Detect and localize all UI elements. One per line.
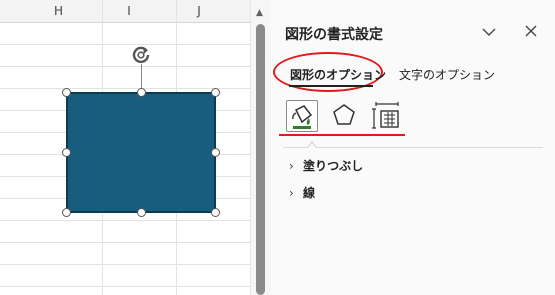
chevron-right-icon: › <box>289 186 294 200</box>
section-line-label: 線 <box>303 186 316 200</box>
section-fill[interactable]: › 塗りつぶし <box>289 157 363 174</box>
rectangle-shape[interactable] <box>66 92 216 213</box>
active-icon-caret <box>307 141 317 148</box>
column-header-j[interactable]: J <box>141 0 257 22</box>
size-properties-button[interactable] <box>372 100 404 132</box>
grid-line <box>0 242 250 243</box>
resize-handle-top-right[interactable] <box>211 88 220 97</box>
scroll-thumb[interactable] <box>256 24 265 295</box>
size-and-properties-icon <box>372 102 399 129</box>
resize-handle-left[interactable] <box>62 148 71 157</box>
resize-handle-top[interactable] <box>137 88 146 97</box>
resize-handle-right[interactable] <box>211 148 220 157</box>
column-header-bar: H I J <box>0 0 250 23</box>
resize-handle-bottom[interactable] <box>137 208 146 217</box>
resize-handle-bottom-right[interactable] <box>211 208 220 217</box>
vertical-scrollbar[interactable]: ▲ <box>250 0 272 295</box>
annotation-underline <box>279 134 405 136</box>
tab-text-options[interactable]: 文字のオプション <box>399 66 495 83</box>
scroll-up-icon[interactable]: ▲ <box>256 8 263 18</box>
effects-pentagon-icon <box>333 104 355 125</box>
pane-title: 図形の書式設定 <box>285 27 383 43</box>
grid-line <box>0 66 250 67</box>
resize-handle-top-left[interactable] <box>62 88 71 97</box>
resize-handle-bottom-left[interactable] <box>62 208 71 217</box>
chevron-down-icon[interactable] <box>479 22 499 42</box>
fill-line-button[interactable] <box>286 100 318 132</box>
rotate-handle-icon[interactable] <box>130 44 152 66</box>
section-fill-label: 塗りつぶし <box>303 159 364 173</box>
column-header-i[interactable]: I <box>117 0 141 22</box>
spreadsheet-grid[interactable]: H I J <box>0 0 251 295</box>
close-icon[interactable] <box>522 22 540 40</box>
selected-tab-indicator <box>289 85 373 87</box>
grid-line <box>0 220 250 221</box>
grid-line <box>0 286 250 287</box>
tab-shape-options[interactable]: 図形のオプション <box>290 66 386 83</box>
grid-line <box>0 44 250 45</box>
chevron-right-icon: › <box>289 159 294 173</box>
effects-button[interactable] <box>329 100 361 132</box>
grid-line <box>0 264 250 265</box>
pane-divider <box>283 147 543 148</box>
fill-and-line-icon <box>292 105 313 129</box>
format-shape-pane: 図形の書式設定 図形のオプション 文字のオプション › 塗りつぶし › 線 <box>271 0 555 295</box>
section-line[interactable]: › 線 <box>289 184 315 201</box>
column-header-h[interactable]: H <box>0 0 117 22</box>
